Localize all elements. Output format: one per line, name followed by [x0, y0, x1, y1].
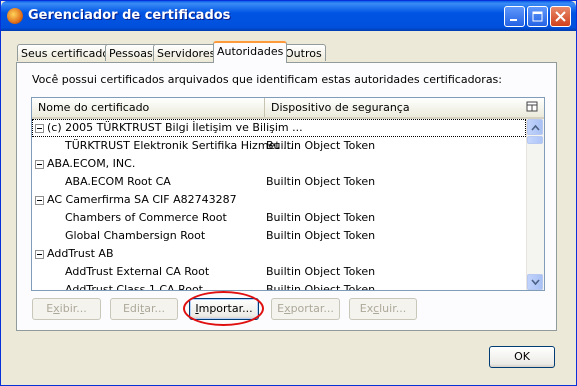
tab-label: Servidores — [157, 47, 216, 60]
security-device: Builtin Object Token — [266, 283, 376, 291]
tree-group-row[interactable]: (c) 2005 TÜRKTRUST Bilgi İletişim ve Bil… — [32, 119, 526, 137]
scroll-thumb[interactable] — [527, 136, 543, 144]
security-device: Builtin Object Token — [266, 265, 376, 278]
tree-group-row[interactable]: AC Camerfirma SA CIF A82743287 — [32, 191, 526, 209]
column-header-name[interactable]: Nome do certificado — [32, 98, 265, 117]
tree-header: Nome do certificado Dispositivo de segur… — [32, 98, 544, 119]
export-button[interactable]: Exportar... — [271, 298, 340, 320]
title-bar[interactable]: Gerenciador de certificados — [1, 1, 576, 31]
tab-pessoas[interactable]: Pessoas — [105, 44, 157, 61]
window-title: Gerenciador de certificados — [28, 8, 231, 23]
certificate-name: Global Chambersign Root — [65, 229, 206, 242]
tree-group-row[interactable]: ABA.ECOM, INC. — [32, 155, 526, 173]
certificate-tree[interactable]: Nome do certificado Dispositivo de segur… — [31, 97, 545, 291]
security-device: Builtin Object Token — [266, 175, 376, 188]
button-label: ibir... — [59, 302, 87, 315]
certificate-name: AC Camerfirma SA CIF A82743287 — [47, 193, 237, 206]
collapse-icon[interactable] — [35, 124, 44, 133]
vertical-scrollbar[interactable] — [526, 119, 544, 290]
tree-item-row[interactable]: TÜRKTRUST Elektronik Sertifika Hizmet ..… — [32, 137, 526, 155]
certificate-name: AddTrust Class 1 CA Root — [65, 283, 203, 291]
edit-button[interactable]: Editar... — [110, 298, 178, 320]
button-label: portar... — [290, 302, 334, 315]
tree-item-row[interactable]: Global Chambersign Root Builtin Object To… — [32, 227, 526, 245]
column-picker-icon[interactable] — [526, 101, 538, 113]
tree-group-row[interactable]: AddTrust AB — [32, 245, 526, 263]
close-icon — [555, 11, 566, 22]
minimize-icon — [510, 19, 517, 21]
maximize-button[interactable] — [527, 6, 548, 27]
certificate-name: TÜRKTRUST Elektronik Sertifika Hizmet ..… — [65, 139, 294, 152]
maximize-icon — [532, 11, 543, 22]
tree-item-row[interactable]: AddTrust External CA Root Builtin Object … — [32, 263, 526, 281]
chevron-down-icon — [531, 279, 540, 286]
button-label: luir... — [379, 302, 407, 315]
certificate-name: AddTrust AB — [47, 247, 114, 260]
tab-outros[interactable]: Outros — [281, 44, 326, 61]
tab-label: Outros — [285, 47, 322, 60]
button-label: Ex — [359, 302, 374, 315]
tab-label: Autoridades — [217, 45, 284, 58]
tab-servidores[interactable]: Servidores — [153, 44, 220, 61]
column-header-device[interactable]: Dispositivo de segurança — [265, 98, 522, 117]
firefox-app-icon — [7, 8, 23, 24]
security-device: Builtin Object Token — [266, 211, 376, 224]
scroll-down-button[interactable] — [527, 274, 543, 290]
button-label: Edi — [122, 302, 140, 315]
security-device: Builtin Object Token — [266, 139, 376, 152]
close-button[interactable] — [550, 6, 571, 27]
delete-button[interactable]: Excluir... — [349, 298, 417, 320]
minimize-button[interactable] — [504, 6, 525, 27]
scroll-up-button[interactable] — [527, 119, 543, 135]
security-device: Builtin Object Token — [266, 229, 376, 242]
tree-item-row[interactable]: Chambers of Commerce Root Builtin Object … — [32, 209, 526, 227]
tree-item-row[interactable]: AddTrust Class 1 CA Root Builtin Object T… — [32, 281, 526, 291]
view-button[interactable]: Exibir... — [32, 298, 101, 320]
collapse-icon[interactable] — [35, 250, 44, 259]
certificate-name: Chambers of Commerce Root — [65, 211, 227, 224]
certificate-name: (c) 2005 TÜRKTRUST Bilgi İletişim ve Bil… — [47, 121, 303, 134]
tree-item-row[interactable]: ABA.ECOM Root CA Builtin Object Token — [32, 173, 526, 191]
chevron-up-icon — [531, 124, 540, 131]
certificate-name: AddTrust External CA Root — [65, 265, 210, 278]
button-label: ar... — [144, 302, 166, 315]
tab-label: Seus certificados — [21, 47, 115, 60]
collapse-icon[interactable] — [35, 160, 44, 169]
tab-label: Pessoas — [109, 47, 153, 60]
ok-button[interactable]: OK — [489, 346, 555, 368]
button-label: OK — [514, 350, 530, 363]
tab-autoridades[interactable]: Autoridades — [213, 41, 288, 63]
collapse-icon[interactable] — [35, 196, 44, 205]
import-highlight-annotation — [183, 291, 264, 326]
certificate-name: ABA.ECOM, INC. — [47, 157, 136, 170]
certificate-name: ABA.ECOM Root CA — [65, 175, 171, 188]
tab-seus-certificados[interactable]: Seus certificados — [17, 44, 119, 61]
panel-description: Você possui certificados arquivados que … — [32, 73, 502, 86]
